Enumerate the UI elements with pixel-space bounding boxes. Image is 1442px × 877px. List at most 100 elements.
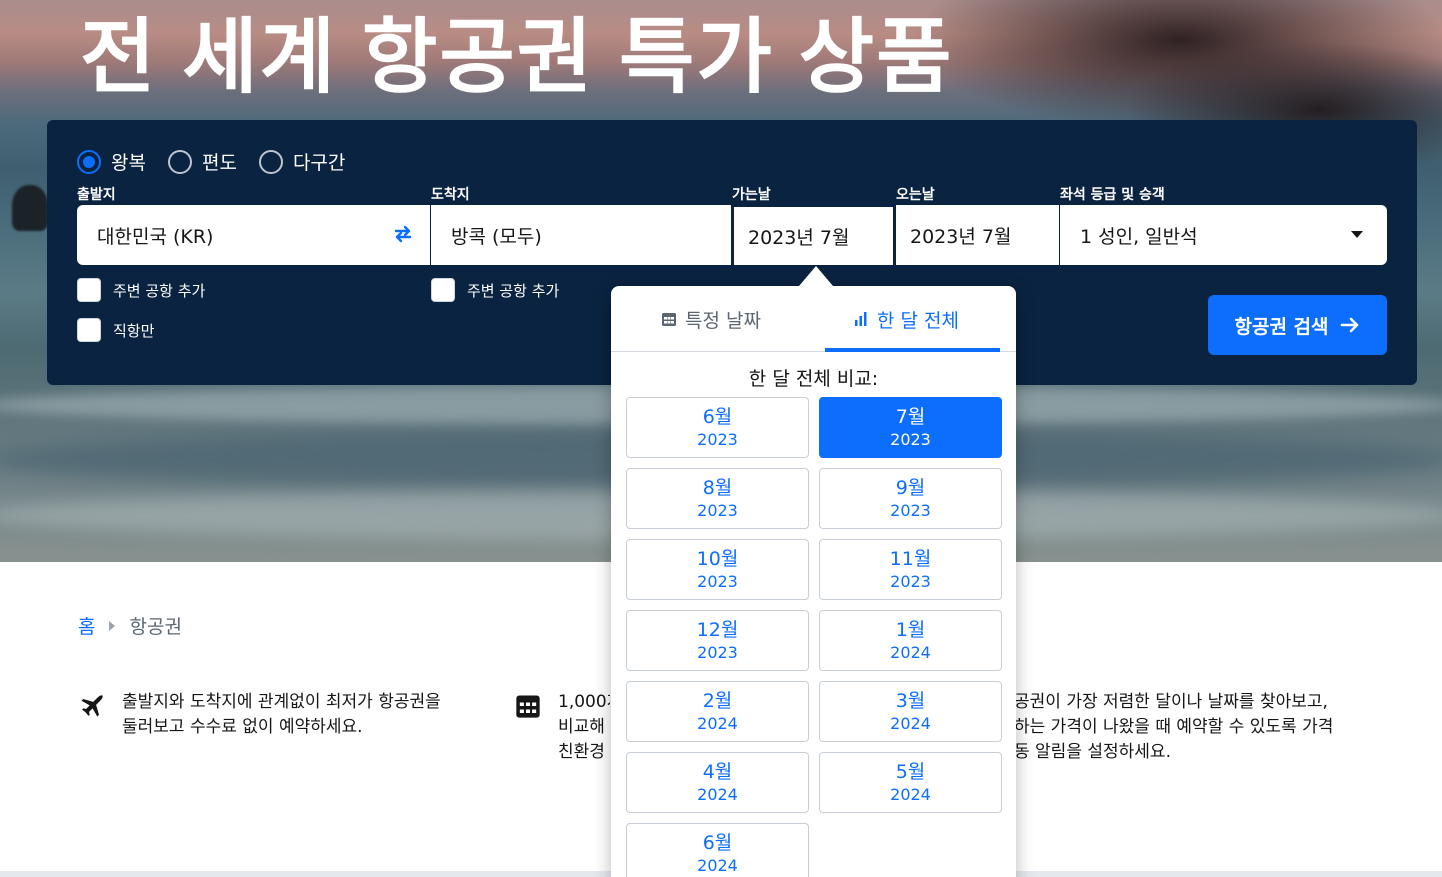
checkbox-icon [77,278,101,302]
month-year: 2024 [890,713,931,733]
date-picker-popup: 특정 날짜 한 달 전체 한 달 전체 비교: 6월 2023 7월 2023 8월 20… [611,286,1016,877]
swap-icon[interactable] [392,223,414,245]
month-year: 2023 [890,429,931,449]
hero-surfer [12,185,48,231]
month-option[interactable]: 12월 2023 [626,610,809,671]
month-year: 2023 [890,571,931,591]
month-year: 2024 [890,642,931,662]
calendar-icon [662,313,677,326]
month-year: 2024 [890,784,931,804]
return-date-input[interactable]: 2023년 7월 [896,205,1059,265]
date-mode-tabs: 특정 날짜 한 달 전체 [611,286,1016,352]
trip-type-label: 왕복 [111,152,146,174]
checkbox-icon [77,318,101,342]
month-name: 3월 [895,689,926,712]
month-year: 2023 [697,571,738,591]
destination-value: 방콕 (모두) [451,225,542,248]
destination-input[interactable]: 방콕 (모두) [431,205,731,265]
depart-date-input[interactable]: 2023년 7월 [732,205,895,265]
popup-pointer [799,266,833,286]
hero-title: 전 세계 항공권 특가 상품 [80,12,954,103]
search-button-label: 항공권 검색 [1234,315,1329,338]
month-option[interactable]: 6월 2023 [626,397,809,458]
origin-label: 출발지 [77,187,116,203]
feature-cheapest-flights: 출발지와 도착지에 관계없이 최저가 항공권을 둘러보고 수수료 없이 예약하세… [122,690,502,740]
tab-label: 특정 날짜 [685,309,761,332]
feature-compare: 1,000개 비교해 친환경 [558,690,610,765]
arrow-right-icon [1340,317,1358,333]
month-option[interactable]: 1월 2024 [819,610,1002,671]
radio-icon [167,149,192,174]
month-option[interactable]: 5월 2024 [819,752,1002,813]
origin-input[interactable]: 대한민국 (KR) [77,205,430,265]
month-year: 2024 [697,855,738,875]
trip-type-multicity[interactable]: 다구간 [258,148,345,175]
checkbox-label: 직항만 [113,321,155,340]
month-option[interactable]: 10월 2023 [626,539,809,600]
month-name: 1월 [895,618,926,641]
month-name: 2월 [702,689,733,712]
trip-type-group: 왕복 편도 다구간 [77,148,345,175]
feature-text: 동 알림을 설정하세요. [1014,742,1171,762]
month-option[interactable]: 11월 2023 [819,539,1002,600]
cabin-passenger-select[interactable]: 1 성인, 일반석 [1060,205,1387,265]
month-name: 11월 [889,547,932,570]
month-name: 6월 [702,405,733,428]
breadcrumb: 홈 항공권 [78,612,182,639]
feature-price-alerts: 공권이 가장 저렴한 달이나 날짜를 찾아보고, 하는 가격이 나왔을 때 예약… [1014,690,1374,765]
tab-label: 한 달 전체 [877,309,959,332]
month-year: 2023 [890,500,931,520]
breadcrumb-separator-icon [109,620,116,631]
month-option[interactable]: 8월 2023 [626,468,809,529]
cabin-value: 1 성인, 일반석 [1080,225,1198,248]
month-option[interactable]: 6월 2024 [626,823,809,877]
month-option[interactable]: 9월 2023 [819,468,1002,529]
active-tab-indicator [825,348,1000,352]
compare-heading: 한 달 전체 비교: [748,368,879,390]
month-option[interactable]: 4월 2024 [626,752,809,813]
month-name: 8월 [702,476,733,499]
month-name: 6월 [702,831,733,854]
month-option[interactable]: 3월 2024 [819,681,1002,742]
search-flights-button[interactable]: 항공권 검색 [1208,295,1387,355]
nearby-destination-checkbox[interactable]: 주변 공항 추가 [431,278,559,302]
month-option[interactable]: 7월 2023 [819,397,1002,458]
month-name: 5월 [895,760,926,783]
month-year: 2023 [697,500,738,520]
breadcrumb-home-link[interactable]: 홈 [78,612,95,639]
month-name: 7월 [895,405,926,428]
month-year: 2023 [697,642,738,662]
breadcrumb-current: 항공권 [129,616,182,638]
direct-only-checkbox[interactable]: 직항만 [77,318,154,342]
nearby-origin-checkbox[interactable]: 주변 공항 추가 [77,278,205,302]
airplane-icon [81,695,103,717]
return-label: 오는날 [896,187,935,203]
trip-type-oneway[interactable]: 편도 [167,148,237,175]
checkbox-icon [431,278,455,302]
trip-type-label: 편도 [201,152,237,174]
month-name: 12월 [696,618,739,641]
checkbox-label: 주변 공항 추가 [467,281,560,300]
feature-text: 1,000개 [558,692,610,712]
month-option[interactable]: 2월 2024 [626,681,809,742]
feature-text: 공권이 가장 저렴한 달이나 날짜를 찾아보고, [1014,692,1328,712]
feature-text: 친환경 [558,742,605,762]
month-year: 2024 [697,713,738,733]
month-name: 10월 [696,547,739,570]
bar-chart-icon [855,312,867,326]
depart-label: 가는날 [732,187,771,203]
cabin-label: 좌석 등급 및 승객 [1060,187,1165,203]
calendar-icon [516,695,540,718]
tab-specific-dates[interactable]: 특정 날짜 [611,286,811,352]
feature-text: 비교해 [558,717,605,737]
feature-text: 출발지와 도착지에 관계없이 최저가 항공권을 [122,692,441,712]
feature-text: 둘러보고 수수료 없이 예약하세요. [122,717,363,737]
tab-whole-month[interactable]: 한 달 전체 [811,286,1001,352]
radio-icon [258,149,283,174]
destination-label: 도착지 [431,187,470,203]
depart-value: 2023년 7월 [748,226,850,249]
feature-text: 하는 가격이 나왔을 때 예약할 수 있도록 가격 [1014,717,1334,737]
month-year: 2023 [697,429,738,449]
trip-type-roundtrip[interactable]: 왕복 [77,148,146,175]
month-year: 2024 [697,784,738,804]
